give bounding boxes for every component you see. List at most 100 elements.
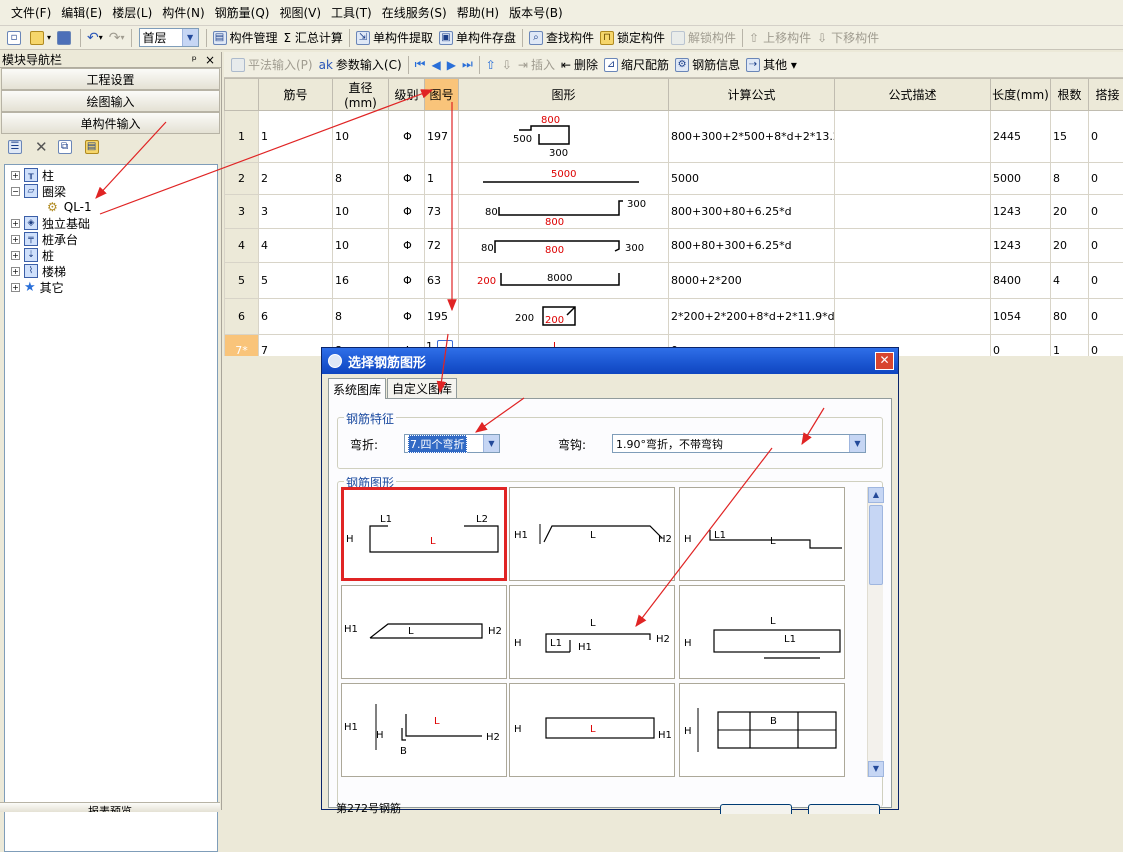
tree-node-ql-1[interactable]: ⚙QL-1 xyxy=(5,199,217,215)
cell-bar-no[interactable]: 5 xyxy=(259,263,333,299)
shape-cell[interactable]: H1 H L B H2 xyxy=(341,683,507,777)
expand-icon[interactable]: + xyxy=(11,235,20,244)
nav-drawing-input[interactable]: 绘图输入 xyxy=(1,90,220,112)
tree-node-isolated-footing[interactable]: +◈独立基础 xyxy=(5,215,217,231)
cell-lap[interactable]: 0 xyxy=(1089,263,1123,299)
cell-length[interactable]: 1243 xyxy=(991,195,1051,229)
last-record-button[interactable]: ⏭ xyxy=(459,55,476,75)
col-header-formula-desc[interactable]: 公式描述 xyxy=(835,79,991,111)
col-header-bar-no[interactable]: 筋号 xyxy=(259,79,333,111)
cell-diameter[interactable]: 10 xyxy=(333,111,389,163)
shape-cell[interactable]: H L L1 xyxy=(679,585,845,679)
cell-grade[interactable]: Φ xyxy=(389,163,425,195)
tree-node-ring-beam[interactable]: −▱圈梁 xyxy=(5,183,217,199)
cell-diameter[interactable]: 10 xyxy=(333,195,389,229)
cell-figure-no[interactable]: 1 xyxy=(425,163,459,195)
prev-record-button[interactable]: ◀ xyxy=(428,55,443,75)
menu-tools[interactable]: 工具(T) xyxy=(331,4,372,21)
cell-shape[interactable]: 200 200 xyxy=(459,299,669,335)
row-up-button[interactable]: ⇧ xyxy=(483,55,499,75)
menu-rebar-quantity[interactable]: 钢筋量(Q) xyxy=(215,4,270,21)
shape-cell[interactable]: H L1 L xyxy=(679,487,845,581)
move-up-button[interactable]: ⇧上移构件 xyxy=(746,28,814,48)
dialog-close-button[interactable]: ✕ xyxy=(875,352,894,370)
next-record-button[interactable]: ▶ xyxy=(444,55,459,75)
cell-formula-desc[interactable] xyxy=(835,163,991,195)
col-header-figure-no[interactable]: 图号 xyxy=(425,79,459,111)
cell-count[interactable]: 4 xyxy=(1051,263,1089,299)
save-button[interactable] xyxy=(54,28,77,48)
cell-lap[interactable]: 0 xyxy=(1089,111,1123,163)
menu-edit[interactable]: 编辑(E) xyxy=(61,4,102,21)
col-header-length[interactable]: 长度(mm) xyxy=(991,79,1051,111)
shape-cell[interactable]: H1 L H2 xyxy=(341,585,507,679)
cell-lap[interactable]: 0 xyxy=(1089,229,1123,263)
cell-length[interactable]: 5000 xyxy=(991,163,1051,195)
sum-calc-button[interactable]: Σ 汇总计算 xyxy=(281,28,346,48)
menu-version[interactable]: 版本号(B) xyxy=(509,4,563,21)
floor-select[interactable]: 首层▼ xyxy=(139,28,199,47)
bend-select[interactable]: 7.四个弯折 ▼ xyxy=(404,434,500,453)
col-header-diameter[interactable]: 直径(mm) xyxy=(333,79,389,111)
table-row[interactable]: 2 2 8 Φ 1 5000 5000 5000 8 0 xyxy=(225,163,1123,195)
new-file-button[interactable]: ▫ xyxy=(4,28,27,48)
cell-figure-no[interactable]: 197 xyxy=(425,111,459,163)
row-header[interactable]: 6 xyxy=(225,299,259,335)
cell-shape[interactable]: 800 500 300 xyxy=(459,111,669,163)
cell-bar-no[interactable]: 1 xyxy=(259,111,333,163)
dialog-cancel-button[interactable] xyxy=(808,804,880,814)
row-header[interactable]: 3 xyxy=(225,195,259,229)
row-header[interactable]: 1 xyxy=(225,111,259,163)
col-header-count[interactable]: 根数 xyxy=(1051,79,1089,111)
expand-icon[interactable]: + xyxy=(11,283,20,292)
first-record-button[interactable]: ⏮ xyxy=(412,55,429,75)
tree-node-pile[interactable]: +⇣桩 xyxy=(5,247,217,263)
table-row[interactable]: 1 1 10 Φ 197 800 500 300 800+300+2*500+8… xyxy=(225,111,1123,163)
nav-single-component-input[interactable]: 单构件输入 xyxy=(1,112,220,134)
cell-formula[interactable]: 800+300+2*500+8*d+2*13.25*d xyxy=(669,111,835,163)
plan-input-button[interactable]: 平法输入(P) xyxy=(228,55,316,75)
table-row[interactable]: 4 4 10 Φ 72 80 800 300 800+80+300+6.25*d… xyxy=(225,229,1123,263)
nav-report-preview[interactable]: 报表预览 xyxy=(0,802,220,812)
cell-grade[interactable]: Φ xyxy=(389,263,425,299)
open-file-button[interactable]: ▾ xyxy=(27,28,54,48)
cell-lap[interactable]: 0 xyxy=(1089,163,1123,195)
table-row[interactable]: 3 3 10 Φ 73 80 800 300 800+300+80+6.25*d… xyxy=(225,195,1123,229)
menu-online-service[interactable]: 在线服务(S) xyxy=(382,4,447,21)
menu-view[interactable]: 视图(V) xyxy=(279,4,321,21)
shape-cell[interactable]: H B xyxy=(679,683,845,777)
col-header-shape[interactable]: 图形 xyxy=(459,79,669,111)
cell-length[interactable]: 8400 xyxy=(991,263,1051,299)
param-input-button[interactable]: ak参数输入(C) xyxy=(316,55,405,75)
tree-node-other[interactable]: +★其它 xyxy=(5,279,217,295)
cell-lap[interactable]: 0 xyxy=(1089,195,1123,229)
component-manage-button[interactable]: ▤构件管理 xyxy=(210,28,281,48)
undo-button[interactable]: ↶▾ xyxy=(84,28,106,48)
table-row[interactable]: 6 6 8 Φ 195 200 200 2*200+2*200+8*d+2*11… xyxy=(225,299,1123,335)
shape-cell[interactable]: H1 L H2 xyxy=(509,487,675,581)
shape-cell-selected[interactable]: L1 L2 L H xyxy=(341,487,507,581)
row-header[interactable]: 2 xyxy=(225,163,259,195)
cell-length[interactable]: 1243 xyxy=(991,229,1051,263)
cell-count[interactable]: 8 xyxy=(1051,163,1089,195)
collapse-icon[interactable]: − xyxy=(11,187,20,196)
dialog-ok-button[interactable] xyxy=(720,804,792,814)
delete-icon[interactable]: ✕ xyxy=(35,138,48,156)
cell-shape[interactable]: 80 800 300 xyxy=(459,195,669,229)
menu-component[interactable]: 构件(N) xyxy=(162,4,204,21)
cell-grade[interactable]: Φ xyxy=(389,229,425,263)
tree-node-column[interactable]: +╥柱 xyxy=(5,167,217,183)
col-header-formula[interactable]: 计算公式 xyxy=(669,79,835,111)
shapes-scrollbar[interactable]: ▲ ▼ xyxy=(867,487,883,777)
cell-formula[interactable]: 800+300+80+6.25*d xyxy=(669,195,835,229)
cell-length[interactable]: 2445 xyxy=(991,111,1051,163)
cell-diameter[interactable]: 16 xyxy=(333,263,389,299)
hook-select[interactable]: 1.90°弯折，不带弯钩 ▼ xyxy=(612,434,866,453)
cell-length[interactable]: 0 xyxy=(991,335,1051,357)
close-icon[interactable]: × xyxy=(205,53,215,67)
col-header-lap[interactable]: 搭接 xyxy=(1089,79,1123,111)
cell-bar-no[interactable]: 4 xyxy=(259,229,333,263)
cell-count[interactable]: 20 xyxy=(1051,229,1089,263)
menu-help[interactable]: 帮助(H) xyxy=(457,4,499,21)
cell-formula[interactable]: 8000+2*200 xyxy=(669,263,835,299)
